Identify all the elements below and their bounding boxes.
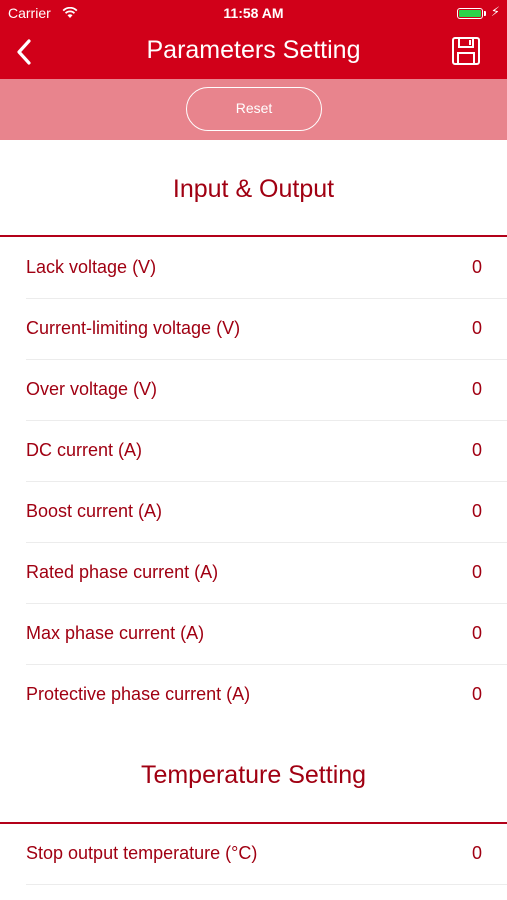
param-label: DC current (A) bbox=[26, 440, 143, 460]
charging-icon: ⚡ bbox=[490, 4, 500, 19]
param-row-current-limiting-voltage[interactable]: Current-limiting voltage (V) 0 bbox=[0, 299, 507, 360]
section-title-temperature-setting: Temperature Setting bbox=[140, 761, 367, 789]
param-label: Lack voltage (V) bbox=[26, 257, 157, 277]
param-value: 0 bbox=[471, 623, 482, 643]
param-value: 0 bbox=[471, 440, 482, 460]
param-row-lack-voltage[interactable]: Lack voltage (V) 0 bbox=[0, 238, 507, 299]
param-row-rated-phase-current[interactable]: Rated phase current (A) 0 bbox=[0, 543, 507, 604]
row-separator bbox=[26, 884, 507, 885]
section-title-input-output: Input & Output bbox=[172, 175, 335, 203]
battery-icon bbox=[457, 8, 483, 19]
param-value: 0 bbox=[471, 501, 482, 521]
status-bar: Carrier 11:58 AM ⚡ bbox=[0, 0, 507, 26]
param-label: Current-limiting voltage (V) bbox=[26, 318, 241, 338]
param-value: 0 bbox=[471, 562, 482, 582]
param-row-stop-output-temperature[interactable]: Stop output temperature (°C) 0 bbox=[0, 824, 507, 885]
param-label: Protective phase current (A) bbox=[26, 684, 251, 704]
param-row-over-voltage[interactable]: Over voltage (V) 0 bbox=[0, 360, 507, 421]
param-label: Stop output temperature (°C) bbox=[26, 843, 258, 863]
param-label: Boost current (A) bbox=[26, 501, 163, 521]
param-label: Over voltage (V) bbox=[26, 379, 158, 399]
section-divider bbox=[0, 235, 507, 237]
param-value: 0 bbox=[471, 843, 482, 863]
param-row-boost-current[interactable]: Boost current (A) 0 bbox=[0, 482, 507, 543]
reset-button[interactable]: Reset bbox=[186, 87, 322, 131]
param-value: 0 bbox=[471, 318, 482, 338]
param-value: 0 bbox=[471, 257, 482, 277]
save-button[interactable] bbox=[451, 36, 481, 66]
param-label: Rated phase current (A) bbox=[26, 562, 219, 582]
reset-bar: Reset bbox=[0, 79, 507, 140]
param-label: Max phase current (A) bbox=[26, 623, 205, 643]
clock: 11:58 AM bbox=[223, 5, 284, 21]
page-title: Parameters Setting bbox=[146, 36, 361, 64]
param-row-protective-phase-current[interactable]: Protective phase current (A) 0 bbox=[0, 665, 507, 726]
param-row-max-phase-current[interactable]: Max phase current (A) 0 bbox=[0, 604, 507, 665]
param-value: 0 bbox=[471, 684, 482, 704]
param-value: 0 bbox=[471, 379, 482, 399]
floppy-disk-icon bbox=[452, 37, 480, 65]
battery-tip bbox=[484, 11, 486, 16]
nav-bar: Parameters Setting bbox=[0, 26, 507, 79]
param-row-dc-current[interactable]: DC current (A) 0 bbox=[0, 421, 507, 482]
